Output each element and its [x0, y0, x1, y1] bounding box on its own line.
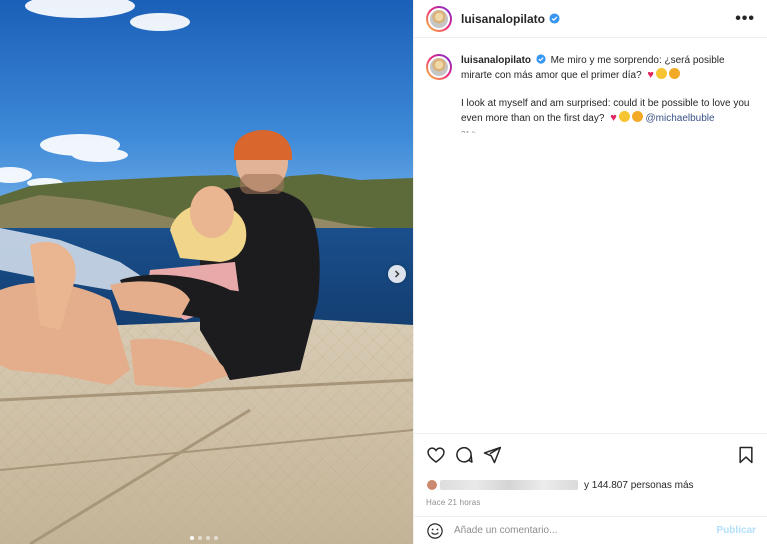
action-bar: [414, 434, 767, 476]
post-actions-section: y 144.807 personas más Hace 21 horas: [414, 433, 767, 514]
bookmark-save-icon[interactable]: [736, 445, 756, 465]
heart-emoji-icon: ♥: [647, 69, 654, 81]
author-avatar[interactable]: [426, 5, 452, 32]
more-options-button[interactable]: •••: [735, 10, 755, 27]
caption-avatar[interactable]: [426, 54, 452, 80]
emoji-picker-icon[interactable]: [426, 522, 444, 540]
carousel-dot: [190, 536, 194, 540]
post-timestamp[interactable]: Hace 21 horas: [414, 494, 767, 514]
verified-badge-icon: [549, 13, 560, 24]
mention-link[interactable]: @michaelbuble: [646, 113, 715, 124]
carousel-dot: [206, 536, 210, 540]
like-heart-icon[interactable]: [426, 445, 446, 465]
caption-username[interactable]: luisanalopilato: [461, 55, 531, 66]
carousel-dot: [198, 536, 202, 540]
comment-icon[interactable]: [454, 445, 474, 465]
post-side-panel: luisanalopilato ••• luisanalopilato Me m…: [413, 0, 767, 544]
photo-image: [0, 0, 413, 544]
post-caption: luisanalopilato Me miro y me sorprendo: …: [426, 54, 755, 133]
post-photo[interactable]: [0, 0, 413, 544]
liker-avatar[interactable]: [426, 479, 438, 491]
likes-summary[interactable]: y 144.807 personas más: [414, 476, 767, 494]
share-send-icon[interactable]: [482, 445, 502, 465]
heart-emoji-icon: ♥: [610, 112, 617, 124]
heart-eyes-emoji-icon: [668, 68, 680, 79]
caption-body: luisanalopilato Me miro y me sorprendo: …: [461, 54, 753, 133]
comments-area[interactable]: luisanalopilato Me miro y me sorprendo: …: [414, 38, 767, 433]
comment-input[interactable]: [454, 525, 717, 536]
blurred-liker-names: [440, 480, 578, 490]
author-username[interactable]: luisanalopilato: [461, 12, 545, 26]
post-header: luisanalopilato •••: [414, 0, 767, 38]
smile-emoji-icon: [618, 111, 630, 122]
verified-badge-icon: [536, 54, 546, 64]
carousel-next-button[interactable]: [388, 265, 406, 283]
carousel-dot: [214, 536, 218, 540]
heart-eyes-emoji-icon: [631, 111, 643, 122]
caption-time: 21 h: [461, 128, 753, 133]
carousel-dots: [190, 536, 218, 540]
chevron-right-icon: [395, 270, 400, 278]
smile-emoji-icon: [655, 68, 667, 79]
publish-button[interactable]: Publicar: [717, 525, 756, 536]
add-comment-bar: Publicar: [414, 516, 767, 544]
likes-count-text[interactable]: y 144.807 personas más: [584, 480, 694, 491]
